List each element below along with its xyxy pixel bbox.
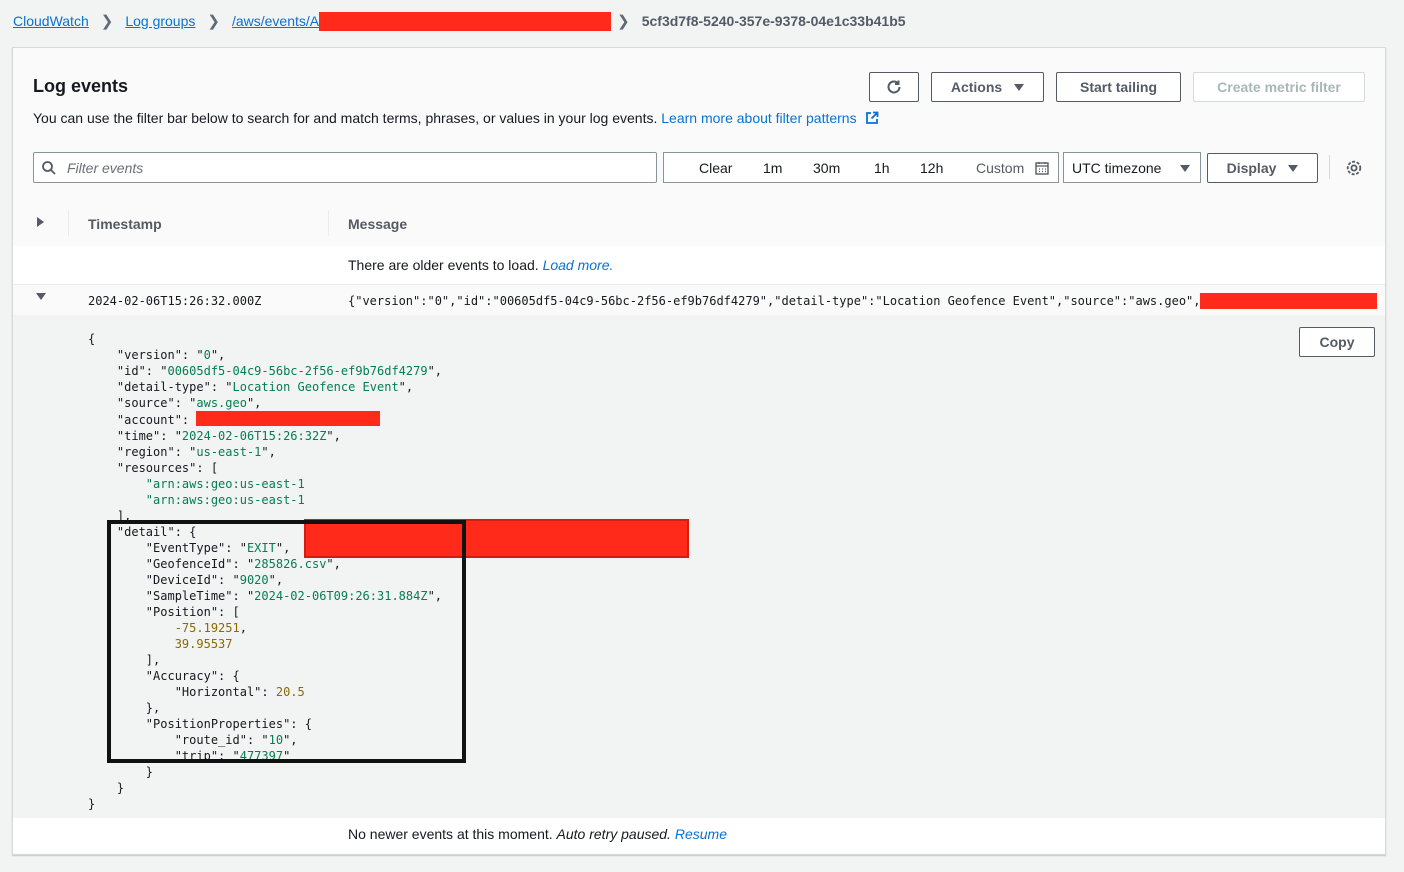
range-option-1m[interactable]: 1m: [763, 160, 782, 176]
older-events-message: There are older events to load. Load mor…: [348, 257, 613, 273]
display-label: Display: [1226, 160, 1277, 176]
filter-events-input[interactable]: [65, 159, 629, 177]
detail-highlight-box: [107, 520, 466, 763]
panel-description: You can use the filter bar below to sear…: [33, 110, 879, 128]
chevron-right-icon: ❯: [100, 13, 114, 30]
json-version: 0: [203, 348, 211, 362]
timezone-value: UTC timezone: [1072, 159, 1162, 176]
log-event-row[interactable]: 2024-02-06T15:26:32.000Z {"version":"0",…: [13, 285, 1385, 315]
caret-down-icon: [1288, 164, 1299, 172]
description-text: You can use the filter bar below to sear…: [33, 110, 658, 126]
filter-events-field[interactable]: [33, 152, 657, 183]
resume-link[interactable]: Resume: [675, 826, 727, 842]
breadcrumb: CloudWatch ❯ Log groups ❯ /aws/events/A …: [13, 11, 906, 31]
older-events-row: There are older events to load. Load mor…: [13, 246, 1385, 285]
range-option-12h[interactable]: 12h: [920, 160, 943, 176]
newer-events-text: No newer events at this moment.: [348, 826, 553, 842]
redaction-mark: [319, 11, 612, 31]
range-option-1h[interactable]: 1h: [874, 160, 890, 176]
older-events-text: There are older events to load.: [348, 257, 539, 273]
collapse-row-icon[interactable]: [36, 293, 46, 300]
log-events-panel: Log events Actions Start tailing Create …: [12, 47, 1386, 855]
breadcrumb-log-group[interactable]: /aws/events/A: [232, 13, 319, 29]
actions-button[interactable]: Actions: [931, 72, 1044, 102]
breadcrumb-log-groups[interactable]: Log groups: [125, 13, 195, 29]
toolbar-divider: [1329, 155, 1330, 179]
json-id: 00605df5-04c9-56bc-2f56-ef9b76df4279: [167, 364, 428, 378]
json-source: aws.geo: [196, 396, 247, 410]
settings-gear-icon[interactable]: [1345, 159, 1363, 177]
newer-events-message: No newer events at this moment. Auto ret…: [348, 826, 727, 842]
refresh-icon: [887, 80, 901, 94]
range-option-30m[interactable]: 30m: [813, 160, 840, 176]
range-option-custom[interactable]: Custom: [976, 160, 1024, 176]
breadcrumb-cloudwatch[interactable]: CloudWatch: [13, 13, 89, 29]
event-json-detail: Copy { "version": "0", "id": "00605df5-0…: [13, 315, 1385, 818]
column-header-timestamp[interactable]: Timestamp: [88, 216, 162, 232]
copy-button[interactable]: Copy: [1299, 327, 1375, 357]
event-message: {"version":"0","id":"00605df5-04c9-56bc-…: [348, 294, 1201, 308]
caret-down-icon: [1014, 83, 1025, 91]
json-detail-type: Location Geofence Event: [232, 380, 399, 394]
auto-retry-status: Auto retry paused.: [556, 826, 671, 842]
chevron-right-icon: ❯: [617, 13, 630, 30]
learn-more-link[interactable]: Learn more about filter patterns: [661, 110, 856, 126]
clear-range-button[interactable]: Clear: [699, 160, 732, 176]
timezone-select[interactable]: UTC timezone: [1063, 152, 1201, 183]
create-metric-filter-button[interactable]: Create metric filter: [1193, 72, 1365, 102]
start-tailing-button[interactable]: Start tailing: [1056, 72, 1181, 102]
display-button[interactable]: Display: [1207, 153, 1318, 183]
redaction-mark: [1200, 293, 1377, 309]
redaction-mark: [196, 411, 381, 426]
caret-down-icon: [1180, 165, 1190, 172]
newer-events-row: No newer events at this moment. Auto ret…: [13, 818, 1385, 853]
json-resource-2: arn:aws:geo:us-east-1: [153, 493, 305, 507]
json-region: us-east-1: [196, 445, 262, 459]
breadcrumb-current-stream: 5cf3d7f8-5240-357e-9378-04e1c33b41b5: [641, 13, 906, 29]
search-icon: [42, 161, 56, 175]
json-time: 2024-02-06T15:26:32Z: [181, 429, 327, 443]
external-link-icon: [865, 111, 879, 128]
column-divider: [68, 210, 69, 236]
expand-all-icon[interactable]: [37, 217, 44, 227]
refresh-button[interactable]: [869, 72, 919, 102]
table-header: Timestamp Message: [13, 199, 1385, 247]
event-timestamp: 2024-02-06T15:26:32.000Z: [88, 294, 262, 308]
actions-label: Actions: [950, 79, 1003, 95]
panel-title: Log events: [33, 76, 129, 96]
chevron-right-icon: ❯: [207, 13, 220, 30]
load-more-link[interactable]: Load more.: [543, 257, 614, 273]
time-range-selector: Clear 1m 30m 1h 12h Custom: [663, 152, 1059, 183]
column-divider: [328, 210, 329, 236]
json-resource-1: arn:aws:geo:us-east-1: [153, 477, 305, 491]
calendar-icon[interactable]: [1035, 161, 1049, 175]
column-header-message[interactable]: Message: [348, 216, 407, 232]
